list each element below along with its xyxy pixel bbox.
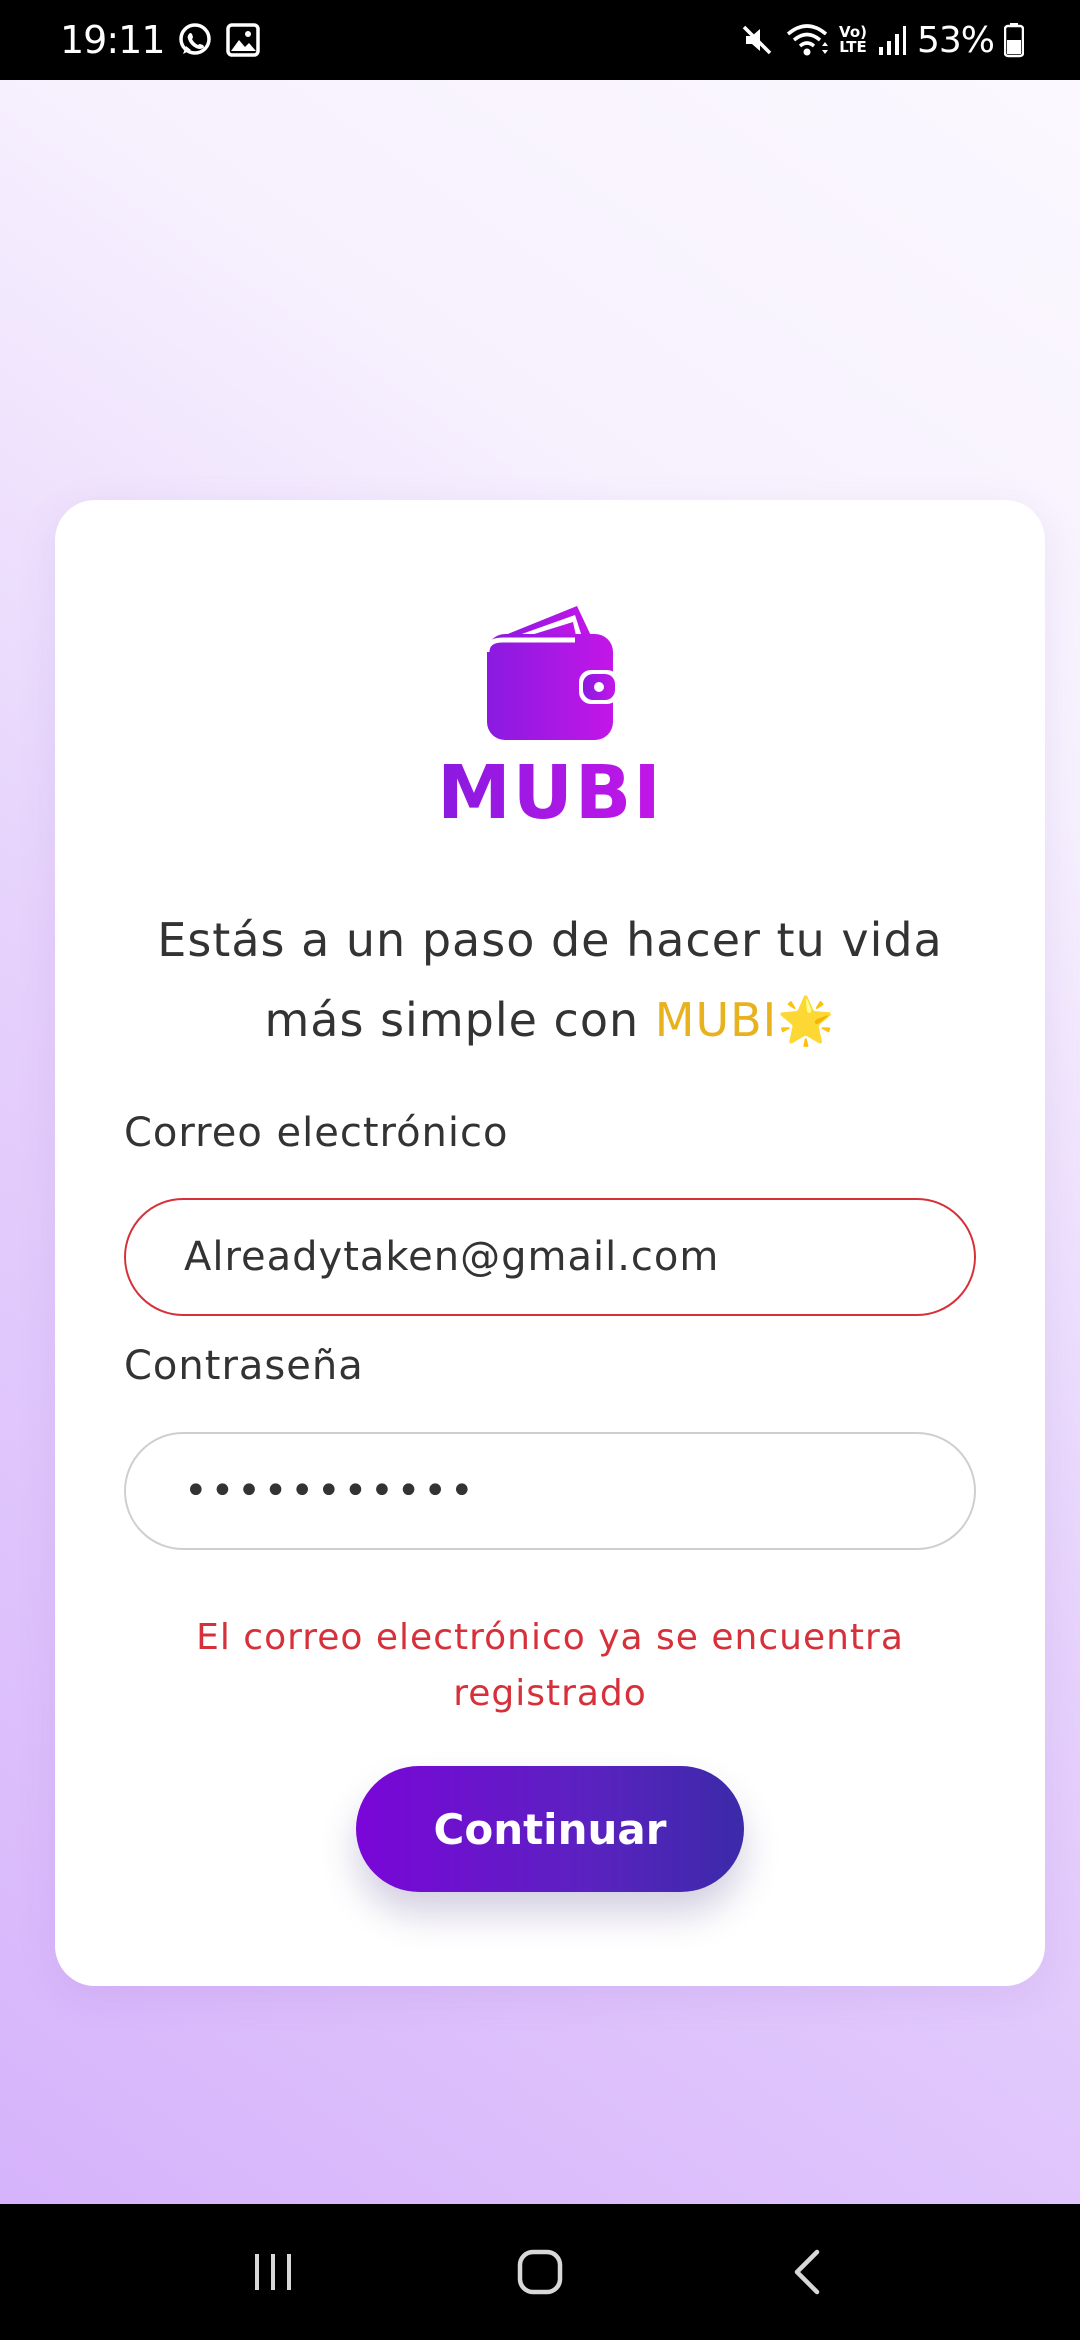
tagline-brand: MUBI <box>654 993 778 1047</box>
continue-button[interactable]: Continuar <box>356 1766 744 1892</box>
battery-icon <box>1004 22 1024 58</box>
tagline: Estás a un paso de hacer tu vida más sim… <box>115 900 985 1060</box>
recents-icon[interactable] <box>223 2232 323 2312</box>
battery-percent: 53% <box>916 19 995 61</box>
wifi-icon <box>785 22 829 58</box>
mute-icon <box>739 22 775 58</box>
whatsapp-icon <box>175 20 215 60</box>
tagline-line2: más simple con <box>264 993 655 1047</box>
status-time: 19:11 <box>60 18 166 62</box>
home-icon[interactable] <box>490 2232 590 2312</box>
back-icon[interactable] <box>757 2232 857 2312</box>
navigation-bar <box>0 2204 1080 2340</box>
error-message: El correo electrónico ya se encuentra re… <box>196 1617 904 1714</box>
brand-name: MUBI <box>437 750 663 836</box>
password-field[interactable] <box>124 1432 976 1550</box>
wallet-icon <box>475 600 625 745</box>
signup-card: MUBI Estás a un paso de hacer tu vida má… <box>55 500 1045 1986</box>
screen-background: MUBI Estás a un paso de hacer tu vida má… <box>0 80 1080 2204</box>
star-emoji: 🌟 <box>777 993 836 1047</box>
signal-icon <box>877 23 907 57</box>
email-label: Correo electrónico <box>124 1110 509 1156</box>
tagline-line1: Estás a un paso de hacer tu vida <box>157 913 943 967</box>
logo: MUBI <box>55 600 1045 833</box>
password-label: Contraseña <box>124 1343 364 1389</box>
status-right: Vo) LTE 53% <box>739 20 1024 61</box>
gallery-icon <box>225 22 261 58</box>
status-left: 19:11 <box>60 18 261 62</box>
status-bar: 19:11 Vo) LTE 53% <box>0 0 1080 80</box>
email-field[interactable] <box>124 1198 976 1316</box>
volte-lte-icon: Vo) LTE <box>839 23 867 56</box>
